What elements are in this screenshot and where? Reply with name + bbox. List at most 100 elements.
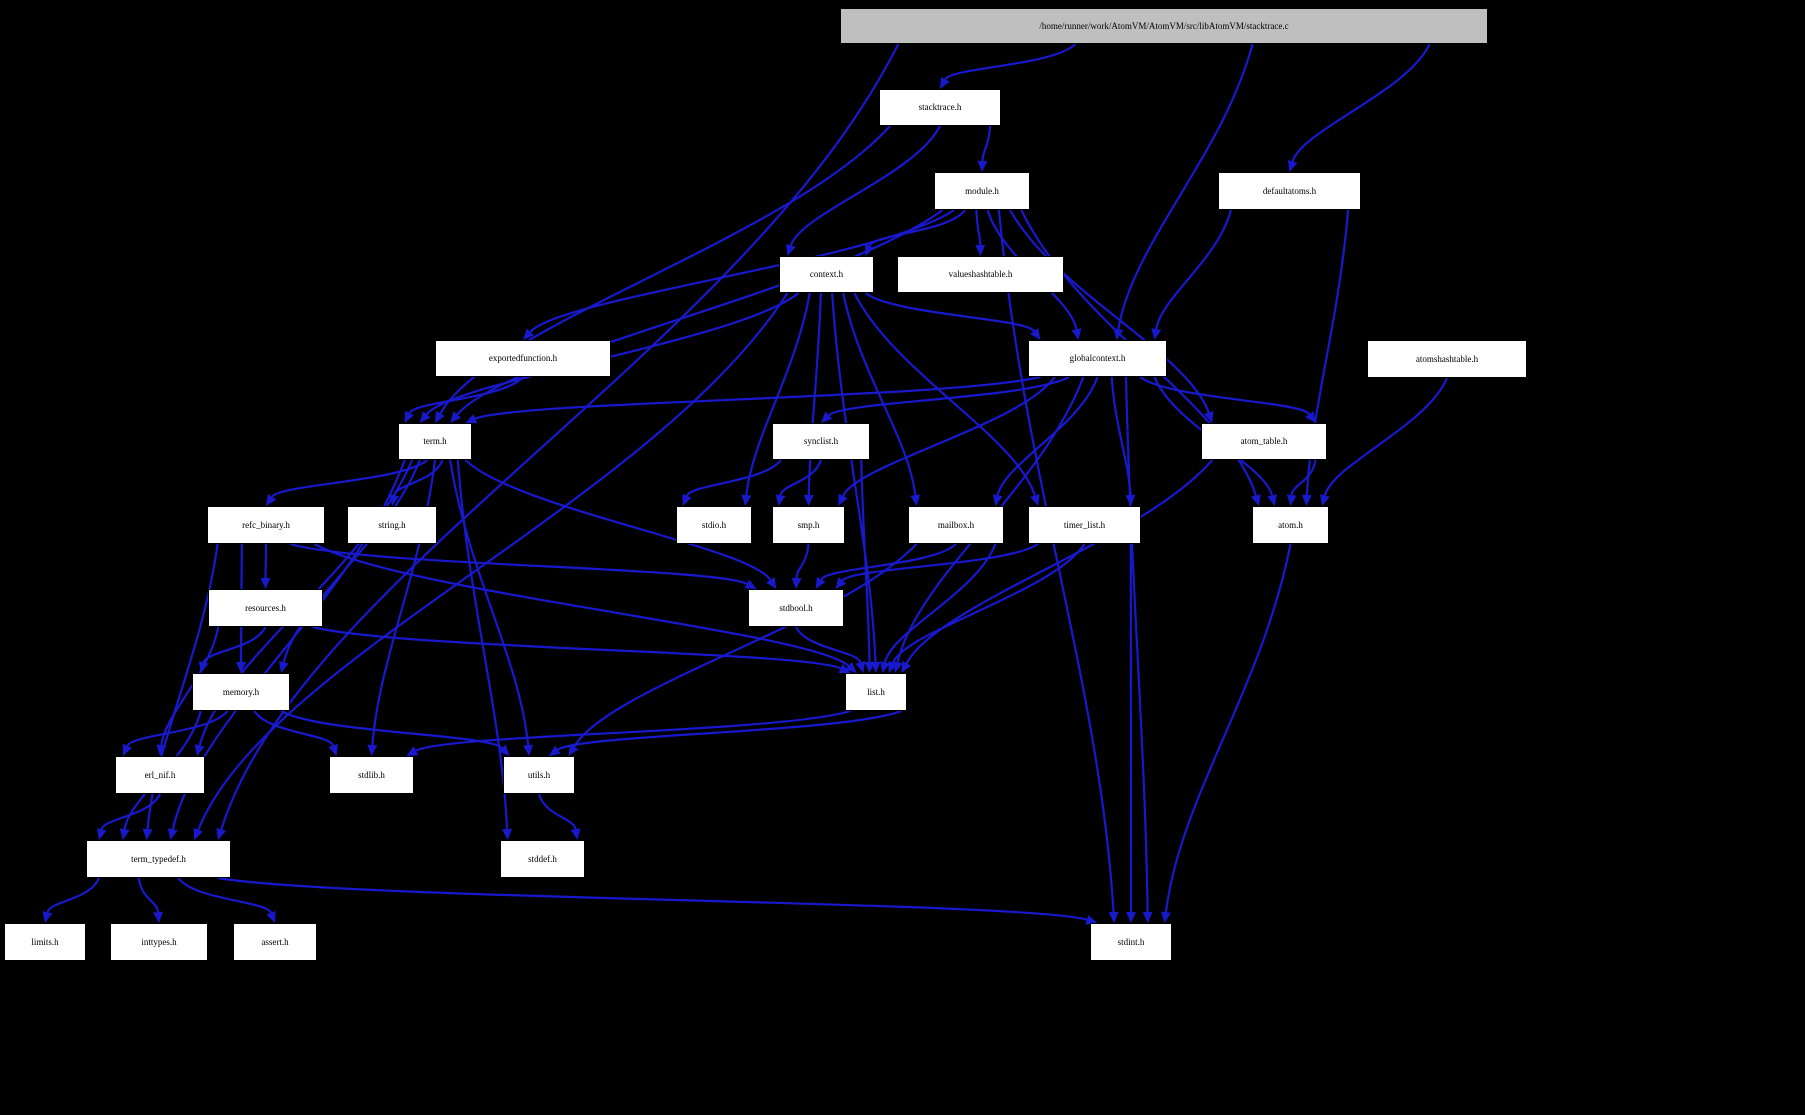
graph-node-valueshashtable-h[interactable]: valueshashtable.h <box>897 256 1064 293</box>
include-dependency-graph: /home/runner/work/AtomVM/AtomVM/src/libA… <box>0 0 1805 1115</box>
graph-edge-term-typedef-h-to-inttypes-h <box>137 877 160 913</box>
graph-node-resources-h[interactable]: resources.h <box>208 589 323 627</box>
graph-arrowhead <box>570 828 581 840</box>
graph-edge-module-h-to-stdint-h <box>997 209 1115 913</box>
graph-arrowhead <box>1030 494 1040 506</box>
graph-arrowhead <box>864 661 875 673</box>
graph-arrowhead <box>1301 494 1312 506</box>
graph-node-term-typedef-h[interactable]: term_typedef.h <box>86 840 231 878</box>
graph-arrowhead <box>502 828 513 840</box>
graph-node-stdbool-h[interactable]: stdbool.h <box>748 589 844 627</box>
graph-arrowhead <box>1108 911 1119 923</box>
graph-node-string-h[interactable]: string.h <box>347 506 437 544</box>
graph-node-root[interactable]: /home/runner/work/AtomVM/AtomVM/src/libA… <box>840 8 1488 44</box>
graph-node-erl-nif-h[interactable]: erl_nif.h <box>115 756 205 794</box>
graph-edge-term-typedef-h-to-stdint-h <box>217 876 1088 921</box>
graph-arrowhead <box>1161 911 1171 923</box>
graph-arrowhead <box>278 661 289 673</box>
graph-node-stdio-h[interactable]: stdio.h <box>676 506 752 544</box>
graph-arrowhead <box>216 828 226 840</box>
graph-node-stddef-h[interactable]: stddef.h <box>500 840 585 878</box>
graph-node-stdlib-h[interactable]: stdlib.h <box>329 756 414 794</box>
graph-node-atom-h[interactable]: atom.h <box>1252 506 1329 544</box>
graph-arrowhead <box>975 244 986 256</box>
graph-arrowhead <box>1286 494 1297 506</box>
graph-arrowhead <box>119 828 130 840</box>
graph-arrowhead <box>42 911 53 923</box>
graph-arrowhead <box>1126 912 1136 923</box>
graph-arrowhead <box>1151 328 1162 340</box>
graph-node-stdint-h[interactable]: stdint.h <box>1090 923 1172 961</box>
graph-arrowhead <box>766 577 777 589</box>
graph-edge-stacktrace-h-to-module-h <box>981 125 992 162</box>
graph-arrowhead <box>1071 328 1082 340</box>
graph-arrowhead <box>855 661 866 673</box>
graph-edge-atom-h-to-stdint-h <box>1164 543 1292 913</box>
graph-arrowhead <box>741 494 752 506</box>
graph-edge-stdbool-h-to-list-h <box>795 626 862 664</box>
graph-node-defaultatoms-h[interactable]: defaultatoms.h <box>1218 172 1361 210</box>
graph-node-context-h[interactable]: context.h <box>779 256 874 293</box>
graph-edge-utils-h-to-stddef-h <box>537 793 577 830</box>
graph-edge-timer-list-h-to-stdbool-h <box>841 543 1039 582</box>
graph-node-stacktrace-h[interactable]: stacktrace.h <box>879 89 1001 126</box>
graph-node-utils-h[interactable]: utils.h <box>503 756 575 794</box>
graph-edge-list-h-to-stdlib-h <box>415 709 851 752</box>
graph-arrowhead <box>194 744 205 756</box>
graph-node-module-h[interactable]: module.h <box>934 172 1030 210</box>
graph-edge-globalcontext-h-to-mailbox-h <box>996 376 1099 496</box>
graph-arrowhead <box>96 828 107 840</box>
graph-arrowhead <box>1251 494 1261 506</box>
graph-node-limits-h[interactable]: limits.h <box>4 923 86 961</box>
graph-edge-module-h-to-valueshashtable-h <box>975 209 982 246</box>
graph-edge-root-to-defaultatoms-h <box>1291 43 1431 162</box>
graph-arrowhead <box>992 494 1003 506</box>
graph-arrowhead <box>153 911 164 923</box>
graph-node-refc-binary-h[interactable]: refc_binary.h <box>207 506 325 544</box>
graph-node-atomshashtable-h[interactable]: atomshashtable.h <box>1367 340 1527 378</box>
graph-arrowhead <box>142 828 153 840</box>
graph-arrowhead <box>880 661 890 673</box>
graph-arrowhead <box>910 494 921 506</box>
graph-node-globalcontext-h[interactable]: globalcontext.h <box>1028 340 1167 377</box>
graph-edge-root-to-stacktrace-h <box>944 43 1077 81</box>
graph-arrowhead <box>1287 160 1298 172</box>
graph-arrowhead <box>523 744 534 756</box>
graph-arrowhead <box>167 828 178 840</box>
graph-edge-globalcontext-h-to-stdint-h <box>1124 376 1149 913</box>
graph-arrowhead <box>1320 494 1330 506</box>
graph-node-synclist-h[interactable]: synclist.h <box>772 423 870 460</box>
graph-node-atom-table-h[interactable]: atom_table.h <box>1201 423 1327 460</box>
graph-arrowhead <box>786 244 796 256</box>
graph-edge-atom-table-h-to-list-h <box>905 459 1214 664</box>
graph-edge-module-h-to-atom-table-h <box>1009 209 1210 413</box>
graph-edge-synclist-h-to-list-h <box>860 459 871 663</box>
graph-node-assert-h[interactable]: assert.h <box>233 923 317 961</box>
graph-node-smp-h[interactable]: smp.h <box>772 506 845 544</box>
graph-node-inttypes-h[interactable]: inttypes.h <box>110 923 208 961</box>
graph-arrowhead <box>977 160 988 172</box>
graph-edge-mailbox-h-to-stdbool-h <box>820 543 957 581</box>
graph-node-list-h[interactable]: list.h <box>845 673 907 711</box>
graph-edge-atom-table-h-to-atom-h <box>1290 459 1317 496</box>
graph-arrowhead <box>548 745 561 756</box>
graph-node-mailbox-h[interactable]: mailbox.h <box>908 506 1004 544</box>
graph-arrowhead <box>1142 911 1153 923</box>
graph-arrowhead <box>236 662 246 673</box>
graph-arrowhead <box>775 494 786 506</box>
graph-node-exportedfunction-h[interactable]: exportedfunction.h <box>435 340 611 377</box>
graph-edge-term-typedef-h-to-limits-h <box>46 877 101 913</box>
graph-node-term-h[interactable]: term.h <box>398 423 472 460</box>
graph-arrowhead <box>791 577 802 589</box>
graph-edge-smp-h-to-stdbool-h <box>795 543 810 579</box>
graph-edge-module-h-to-term-h <box>456 209 944 416</box>
graph-edge-atomshashtable-h-to-atom-h <box>1323 377 1449 496</box>
graph-edge-term-h-to-stdlib-h <box>371 459 437 746</box>
graph-edge-context-h-to-stdio-h <box>745 292 811 496</box>
graph-arrowhead <box>803 494 814 506</box>
graph-edge-refc-binary-h-to-resources-h <box>264 543 268 579</box>
graph-node-memory-h[interactable]: memory.h <box>192 673 290 711</box>
graph-edge-defaultatoms-h-to-globalcontext-h <box>1155 209 1232 330</box>
graph-node-timer-list-h[interactable]: timer_list.h <box>1028 506 1141 544</box>
graph-edge-synclist-h-to-smp-h <box>779 459 823 496</box>
